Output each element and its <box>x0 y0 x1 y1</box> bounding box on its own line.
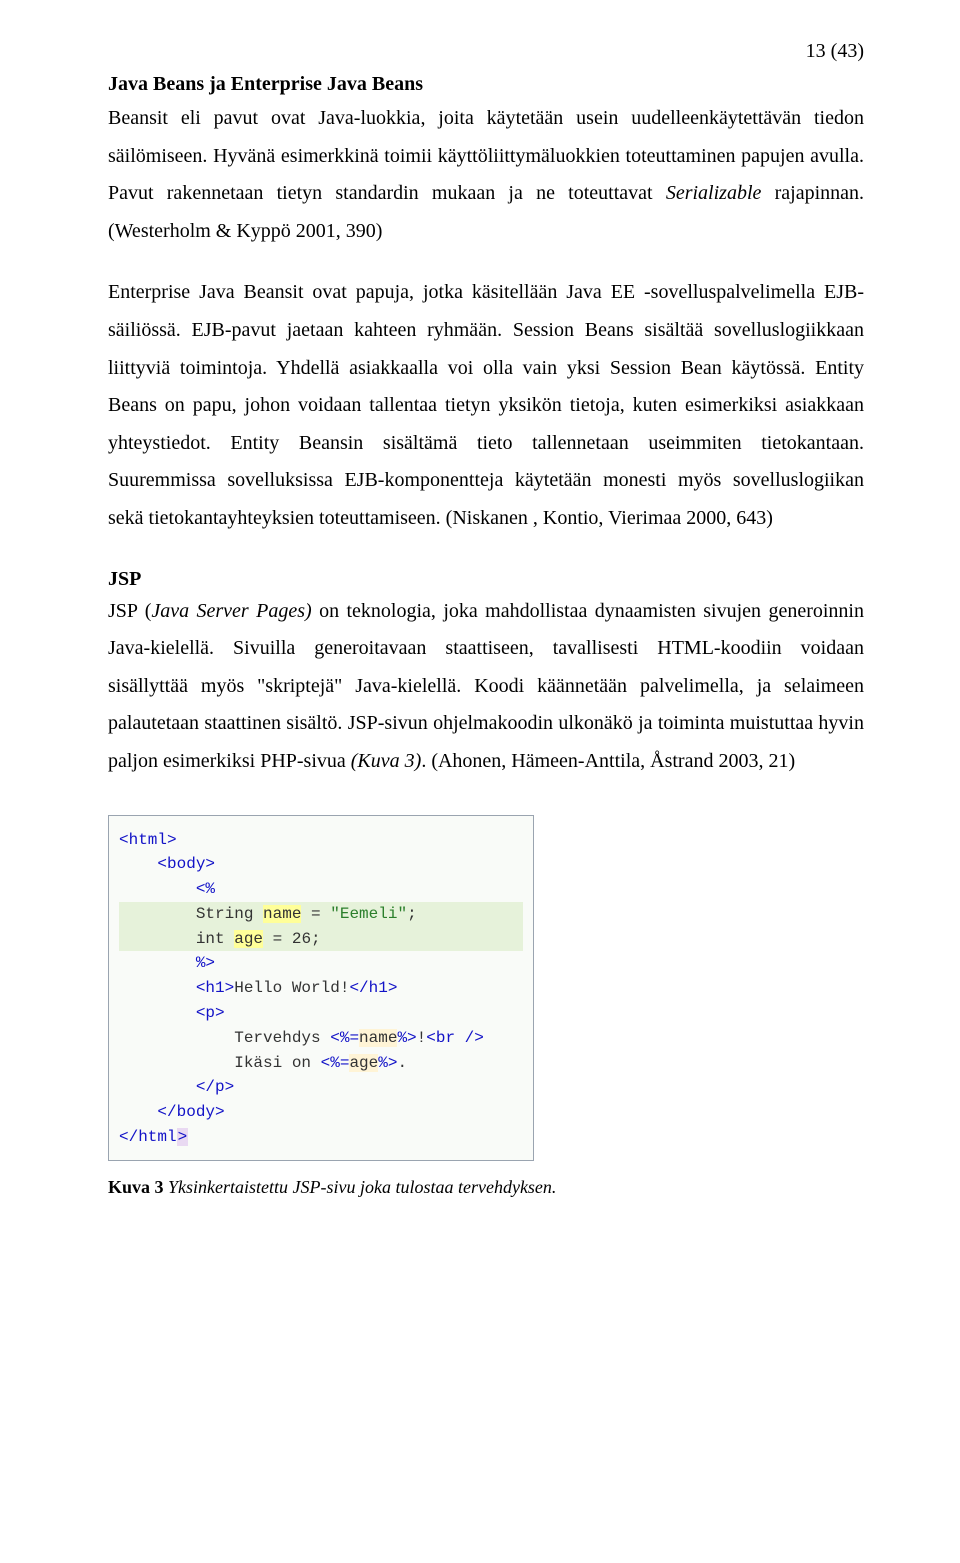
para3-pre: JSP ( <box>108 600 151 622</box>
code-l7-close: </h1> <box>349 979 397 997</box>
code-l7-open: <h1> <box>119 979 234 997</box>
code-l4-name: name <box>263 905 301 923</box>
figure-caption: Kuva 3 Yksinkertaistettu JSP-sivu joka t… <box>108 1177 864 1198</box>
code-l4-pre: String <box>119 905 263 923</box>
code-l10-v1: age <box>349 1054 378 1072</box>
caption-bold: Kuva 3 <box>108 1177 164 1197</box>
code-l9-sc1: <%= <box>330 1029 359 1047</box>
para1-italic: Serializable <box>666 182 762 204</box>
code-l10-t1: Ikäsi on <box>119 1054 321 1072</box>
code-l5-age: age <box>234 930 263 948</box>
paragraph-3: JSP (Java Server Pages) on teknologia, j… <box>108 593 864 781</box>
code-l3: <% <box>119 880 215 898</box>
code-l2: <body> <box>119 855 215 873</box>
code-l9-br: <br /> <box>426 1029 484 1047</box>
code-l8: <p> <box>119 1004 225 1022</box>
code-l1: <html> <box>119 831 177 849</box>
paragraph-1: Beansit eli pavut ovat Java-luokkia, joi… <box>108 100 864 250</box>
paragraph-2: Enterprise Java Beansit ovat papuja, jot… <box>108 274 864 537</box>
code-l13a: </html <box>119 1128 177 1146</box>
code-l4-mid: = <box>301 905 330 923</box>
para3-tail: . (Ahonen, Hämeen-Anttila, Åstrand 2003,… <box>421 750 795 772</box>
code-l9-t1: Tervehdys <box>119 1029 330 1047</box>
code-l13b-cursor: > <box>177 1128 189 1146</box>
page-container: 13 (43) Java Beans ja Enterprise Java Be… <box>0 0 960 1238</box>
code-l7-text: Hello World! <box>234 979 349 997</box>
heading-jsp: JSP <box>108 568 864 591</box>
para3-italic2: (Kuva 3) <box>351 750 422 772</box>
code-l9-v1: name <box>359 1029 397 1047</box>
para3-italic1: Java Server Pages) <box>151 600 311 622</box>
code-l5-pre: int <box>119 930 234 948</box>
caption-italic: Yksinkertaistettu JSP-sivu joka tulostaa… <box>164 1177 557 1197</box>
code-l10-sc2: %> <box>378 1054 397 1072</box>
code-l11: </p> <box>119 1078 234 1096</box>
heading-java-beans: Java Beans ja Enterprise Java Beans <box>108 73 864 96</box>
code-example-box: <html> <body> <% String name = "Eemeli";… <box>108 815 534 1161</box>
code-l6: %> <box>119 954 215 972</box>
code-l10-sc1: <%= <box>321 1054 350 1072</box>
code-l9-t2: ! <box>417 1029 427 1047</box>
code-l12: </body> <box>119 1103 225 1121</box>
code-l4-str: "Eemeli" <box>330 905 407 923</box>
code-l5-end: = 26; <box>263 930 321 948</box>
page-number: 13 (43) <box>108 40 864 63</box>
code-l10-t2: . <box>397 1054 407 1072</box>
code-l4-end: ; <box>407 905 417 923</box>
code-l9-sc2: %> <box>397 1029 416 1047</box>
para3-mid: on teknologia, joka mahdollistaa dynaami… <box>108 600 864 772</box>
